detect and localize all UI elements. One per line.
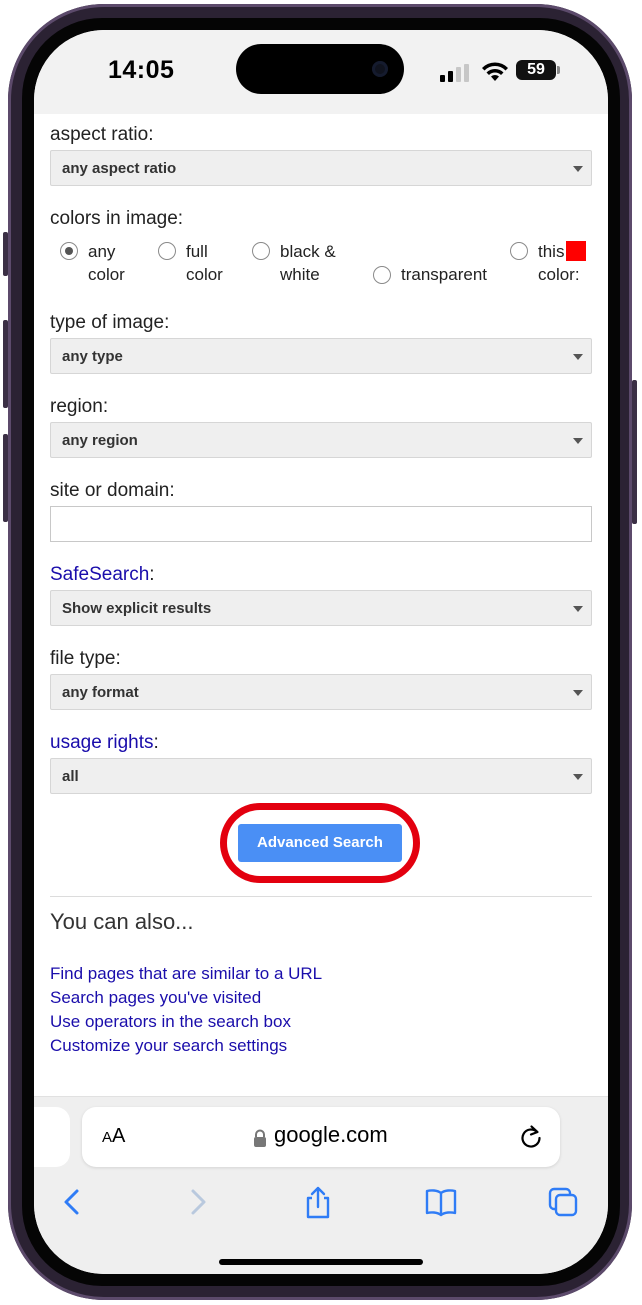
link-similar-pages[interactable]: Find pages that are similar to a URL (50, 964, 322, 984)
usage-rights-link[interactable]: usage rights (50, 732, 154, 753)
radio-full-color[interactable] (158, 242, 176, 260)
tabs-icon[interactable] (546, 1185, 580, 1219)
chevron-down-icon (573, 690, 583, 696)
bookmarks-icon[interactable] (424, 1185, 458, 1219)
aspect-ratio-label: aspect ratio: (50, 124, 154, 145)
type-of-image-value: any type (62, 348, 123, 365)
chevron-down-icon (573, 166, 583, 172)
share-icon[interactable] (301, 1185, 335, 1219)
browser-toolbar: AA google.com (34, 1096, 608, 1274)
colors-label: colors in image: (50, 208, 184, 229)
file-type-label: file type: (50, 648, 121, 669)
radio-transparent-label: transparent (401, 265, 487, 284)
usage-rights-label: usage rights: (50, 732, 159, 753)
file-type-value: any format (62, 684, 139, 701)
advanced-search-button[interactable]: Advanced Search (238, 824, 402, 862)
back-icon[interactable] (56, 1185, 90, 1219)
radio-this-color[interactable] (510, 242, 528, 260)
site-or-domain-label: site or domain: (50, 480, 175, 501)
screen: 14:05 59 aspect ratio: any aspect ratio … (34, 30, 608, 1274)
safesearch-value: Show explicit results (62, 600, 212, 617)
dynamic-island (236, 44, 404, 94)
radio-transparent[interactable] (373, 266, 391, 284)
battery-icon: 59 (516, 60, 556, 80)
chevron-down-icon (573, 774, 583, 780)
aspect-ratio-select[interactable]: any aspect ratio (50, 150, 592, 186)
region-label: region: (50, 396, 109, 417)
chevron-down-icon (573, 354, 583, 360)
type-of-image-label: type of image: (50, 312, 170, 333)
radio-any-color-label: any color (88, 242, 125, 284)
home-indicator (219, 1259, 423, 1265)
wifi-icon (482, 62, 508, 81)
reload-icon[interactable] (518, 1123, 544, 1151)
camera-icon (372, 61, 388, 77)
divider (50, 896, 592, 897)
region-select[interactable]: any region (50, 422, 592, 458)
radio-black-white[interactable] (252, 242, 270, 260)
text-size-button[interactable]: AA (102, 1125, 125, 1148)
link-search-settings[interactable]: Customize your search settings (50, 1036, 287, 1056)
battery-nub (557, 66, 560, 74)
safesearch-label: SafeSearch: (50, 564, 155, 585)
region-value: any region (62, 432, 138, 449)
chevron-down-icon (573, 438, 583, 444)
link-search-operators[interactable]: Use operators in the search box (50, 1012, 291, 1032)
radio-full-color-label: full color (186, 242, 223, 284)
safesearch-link[interactable]: SafeSearch (50, 564, 149, 585)
radio-black-white-label: black & white (280, 242, 336, 284)
aspect-ratio-value: any aspect ratio (62, 160, 177, 177)
status-bar: 14:05 59 (34, 30, 608, 114)
color-swatch[interactable] (566, 241, 586, 261)
radio-any-color[interactable] (60, 242, 78, 260)
site-or-domain-input[interactable] (50, 506, 592, 542)
address-bar[interactable]: AA google.com (82, 1107, 560, 1167)
safesearch-select[interactable]: Show explicit results (50, 590, 592, 626)
chevron-down-icon (573, 606, 583, 612)
usage-rights-value: all (62, 768, 79, 785)
usage-rights-select[interactable]: all (50, 758, 592, 794)
volume-up-button (3, 320, 8, 408)
lock-icon (254, 1129, 266, 1147)
link-visited-pages[interactable]: Search pages you've visited (50, 988, 261, 1008)
volume-down-button (3, 434, 8, 522)
action-button (3, 232, 8, 276)
cellular-signal-icon (440, 64, 472, 82)
status-time: 14:05 (108, 56, 175, 84)
file-type-select[interactable]: any format (50, 674, 592, 710)
you-can-also-heading: You can also... (50, 909, 194, 934)
url-domain: google.com (274, 1122, 388, 1147)
advanced-image-search-form: aspect ratio: any aspect ratio colors in… (34, 114, 608, 1096)
type-of-image-select[interactable]: any type (50, 338, 592, 374)
power-button (632, 380, 637, 524)
previous-tab-peek[interactable] (34, 1107, 70, 1167)
forward-icon[interactable] (180, 1185, 214, 1219)
